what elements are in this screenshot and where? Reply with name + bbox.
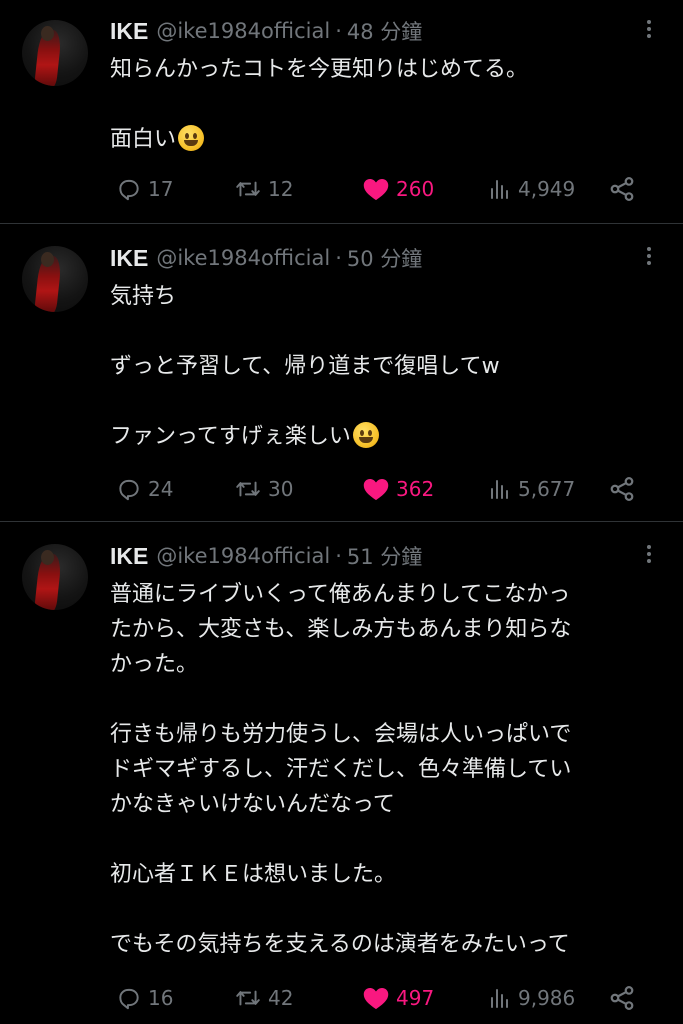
heart-icon — [363, 987, 389, 1010]
tweet-text-line: たから、大変さも、楽しみ方もあんまり知らな — [110, 617, 572, 642]
avatar[interactable] — [22, 246, 88, 312]
tweet-text: 知らんかったコトを今更知りはじめてる。 面白い — [110, 52, 670, 157]
tweet-text-line: 普通にライブいくって俺あんまりしてこなかっ — [110, 582, 571, 607]
reply-icon — [119, 179, 139, 201]
action-bar: 24 30 362 5,677 — [110, 474, 670, 504]
more-options-icon[interactable] — [641, 17, 657, 45]
tweet[interactable]: IKE @ike1984official · 50 分鐘 気持ち ずっと予習して… — [0, 224, 683, 522]
views-button[interactable]: 5,677 — [488, 474, 575, 504]
avatar[interactable] — [22, 20, 88, 86]
user-handle[interactable]: @ike1984official — [156, 544, 330, 568]
share-button[interactable] — [608, 983, 636, 1013]
retweet-button[interactable]: 42 — [234, 983, 293, 1013]
share-button[interactable] — [608, 174, 636, 204]
tweet[interactable]: IKE @ike1984official · 51 分鐘 普通にライブいくって俺… — [0, 522, 683, 1024]
tweet-feed: IKE @ike1984official · 48 分鐘 知らんかったコトを今更… — [0, 0, 683, 1024]
display-name[interactable]: IKE — [110, 18, 148, 45]
tweet-header: IKE @ike1984official · 50 分鐘 — [110, 242, 422, 274]
action-bar: 17 12 260 4,949 — [110, 174, 670, 204]
reply-count: 17 — [148, 177, 174, 201]
like-button[interactable]: 497 — [362, 983, 434, 1013]
heart-icon — [363, 478, 389, 501]
tweet-text-line: 初心者ＩＫＥは想いました。 — [110, 862, 397, 887]
rolling-on-floor-laughing-emoji — [178, 125, 205, 151]
tweet-text-line: ファンってすげぇ楽しい — [110, 419, 670, 454]
tweet-text: 普通にライブいくって俺あんまりしてこなかっ たから、大変さも、楽しみ方もあんまり… — [110, 577, 670, 962]
separator-dot: · — [335, 19, 342, 43]
retweet-count: 42 — [268, 986, 294, 1010]
tweet-text-line: 面白い — [110, 122, 670, 157]
like-count: 497 — [396, 986, 435, 1010]
tweet-text-line: ずっと予習して、帰り道まで復唱してw — [110, 354, 500, 379]
views-chart-icon — [491, 180, 508, 199]
views-button[interactable]: 4,949 — [488, 174, 575, 204]
tweet-text-line: かなきゃいけないんだなって — [110, 792, 395, 817]
more-options-icon[interactable] — [641, 542, 657, 570]
reply-button[interactable]: 16 — [116, 983, 173, 1013]
tweet-text-line: かった。 — [110, 652, 199, 677]
share-button[interactable] — [608, 474, 636, 504]
retweet-icon — [236, 990, 260, 1006]
timestamp[interactable]: 50 分鐘 — [347, 243, 422, 273]
like-count: 362 — [396, 477, 435, 501]
avatar[interactable] — [22, 544, 88, 610]
reply-button[interactable]: 17 — [116, 174, 173, 204]
tweet-text-line: ドギマギするし、汗だくだし、色々準備してい — [110, 757, 572, 782]
share-icon — [610, 986, 634, 1010]
views-count: 4,949 — [518, 177, 576, 201]
tweet-header: IKE @ike1984official · 48 分鐘 — [110, 15, 422, 47]
reply-icon — [119, 988, 139, 1010]
reply-count: 16 — [148, 986, 174, 1010]
share-icon — [610, 177, 634, 201]
retweet-button[interactable]: 30 — [234, 474, 293, 504]
tweet-text-line: でもその気持ちを支えるのは演者をみたいって — [110, 932, 570, 957]
views-chart-icon — [491, 480, 508, 499]
views-chart-icon — [491, 989, 508, 1008]
retweet-count: 30 — [268, 477, 294, 501]
tweet-text: 気持ち ずっと予習して、帰り道まで復唱してw ファンってすげぇ楽しい — [110, 279, 670, 454]
grinning-face-emoji — [352, 422, 379, 448]
retweet-icon — [236, 181, 260, 197]
tweet-text-fragment: ファンってすげぇ楽しい — [110, 424, 351, 449]
share-icon — [610, 477, 634, 501]
like-count: 260 — [396, 177, 435, 201]
retweet-count: 12 — [268, 177, 294, 201]
like-button[interactable]: 260 — [362, 174, 434, 204]
timestamp[interactable]: 48 分鐘 — [347, 16, 422, 46]
timestamp[interactable]: 51 分鐘 — [347, 541, 422, 571]
like-button[interactable]: 362 — [362, 474, 434, 504]
views-button[interactable]: 9,986 — [488, 983, 575, 1013]
heart-icon — [363, 178, 389, 201]
user-handle[interactable]: @ike1984official — [156, 246, 330, 270]
display-name[interactable]: IKE — [110, 543, 148, 570]
separator-dot: · — [335, 544, 342, 568]
more-options-icon[interactable] — [641, 244, 657, 272]
tweet-text-fragment: 面白い — [110, 127, 177, 152]
reply-count: 24 — [148, 477, 174, 501]
views-count: 5,677 — [518, 477, 576, 501]
tweet-text-line: 気持ち — [110, 284, 177, 309]
retweet-icon — [236, 481, 260, 497]
tweet-header: IKE @ike1984official · 51 分鐘 — [110, 540, 422, 572]
display-name[interactable]: IKE — [110, 245, 148, 272]
tweet-text-line: 行きも帰りも労力使うし、会場は人いっぱいで — [110, 722, 572, 747]
reply-button[interactable]: 24 — [116, 474, 173, 504]
separator-dot: · — [335, 246, 342, 270]
retweet-button[interactable]: 12 — [234, 174, 293, 204]
action-bar: 16 42 497 9,986 — [110, 983, 670, 1013]
reply-icon — [119, 479, 139, 501]
views-count: 9,986 — [518, 986, 576, 1010]
user-handle[interactable]: @ike1984official — [156, 19, 330, 43]
tweet-text-line: 知らんかったコトを今更知りはじめてる。 — [110, 57, 529, 82]
tweet[interactable]: IKE @ike1984official · 48 分鐘 知らんかったコトを今更… — [0, 0, 683, 224]
